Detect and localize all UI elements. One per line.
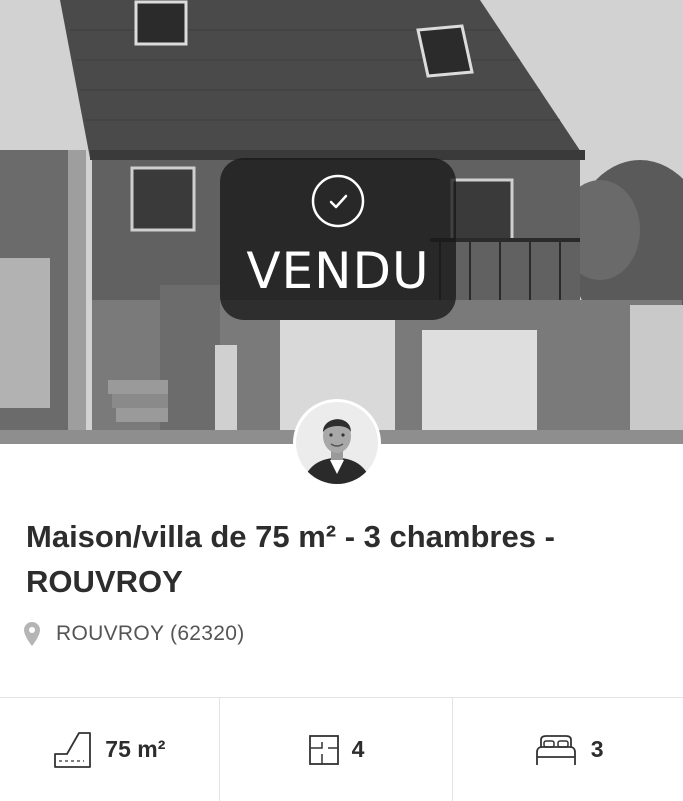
sold-badge: VENDU (220, 158, 456, 320)
bedrooms-value: 3 (590, 736, 604, 762)
feature-bedrooms: 3 (452, 698, 683, 801)
feature-area: 75 m² (0, 698, 219, 801)
sold-status-label: VENDU (246, 242, 430, 300)
rooms-value: 4 (351, 736, 365, 762)
location-text: ROUVROY (62320) (56, 622, 245, 645)
area-value: 75 m² (105, 736, 166, 762)
agent-avatar[interactable] (296, 402, 378, 484)
listing-location: ROUVROY (62320) (24, 620, 245, 648)
property-card[interactable]: VENDU Maison/villa de 75 m² - 3 chambres… (0, 0, 683, 801)
floor-plan-icon (308, 734, 339, 765)
check-circle-icon (311, 174, 365, 228)
feature-bar: 75 m² 4 3 (0, 697, 683, 801)
map-pin-icon (24, 622, 40, 646)
bed-icon (535, 734, 576, 765)
surface-area-icon (54, 731, 92, 768)
feature-rooms: 4 (218, 698, 453, 801)
property-photo[interactable]: VENDU (0, 0, 683, 444)
agent-photo-image (296, 402, 378, 484)
listing-title[interactable]: Maison/villa de 75 m² - 3 chambres - ROU… (26, 514, 656, 604)
